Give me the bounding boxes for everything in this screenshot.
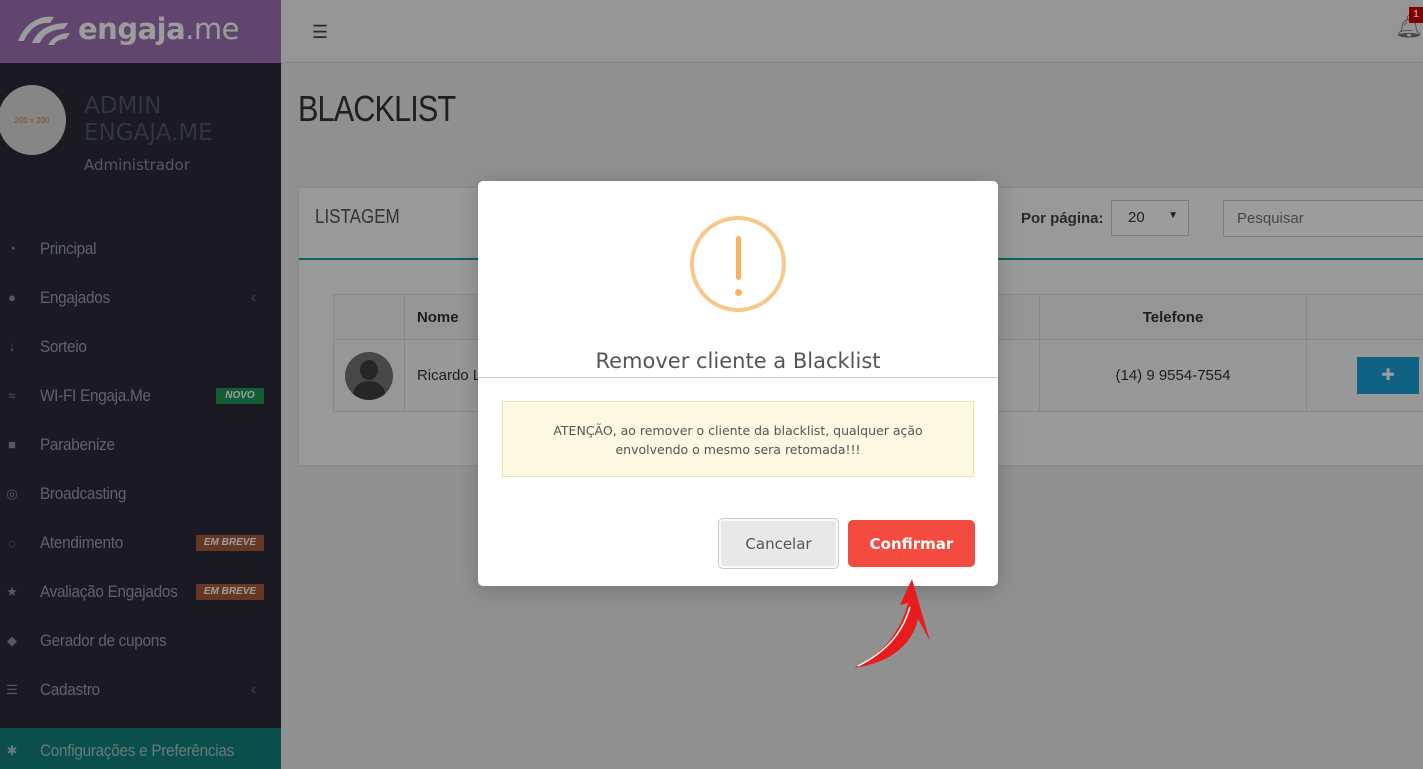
confirm-button[interactable]: Confirmar — [848, 520, 975, 567]
cancel-button[interactable]: Cancelar — [718, 518, 839, 569]
warning-icon — [690, 216, 786, 312]
dialog-title: Remover cliente a Blacklist — [595, 349, 881, 373]
red-arrow-annotation — [854, 579, 930, 668]
dialog-divider — [478, 377, 998, 378]
confirm-dialog: Remover cliente a Blacklist ATENÇÃO, ao … — [478, 181, 998, 586]
warning-message: ATENÇÃO, ao remover o cliente da blackli… — [502, 401, 974, 477]
